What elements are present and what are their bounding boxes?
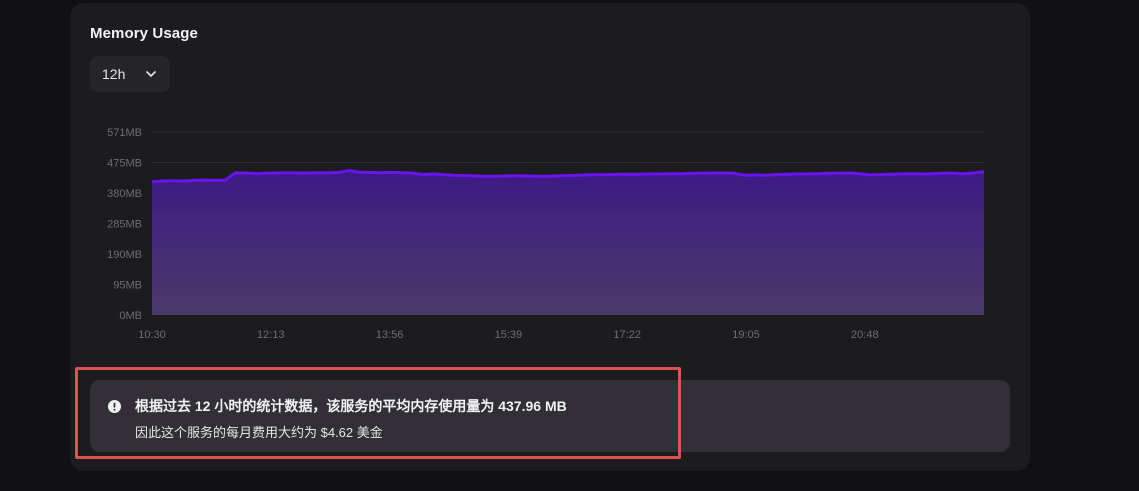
series-area: [152, 170, 984, 315]
x-tick-label: 19:05: [732, 329, 760, 341]
cost-estimate-notice: 根据过去 12 小时的统计数据，该服务的平均内存使用量为 437.96 MB 因…: [90, 380, 1010, 452]
x-tick-label: 13:56: [376, 329, 404, 341]
average-memory-text: 根据过去 12 小时的统计数据，该服务的平均内存使用量为 437.96 MB: [135, 398, 567, 414]
y-tick-label: 475MB: [107, 158, 142, 170]
x-tick-label: 17:22: [613, 329, 641, 341]
y-tick-label: 190MB: [107, 249, 142, 261]
y-tick-label: 380MB: [107, 188, 142, 200]
y-tick-label: 571MB: [107, 127, 142, 139]
alert-circle-icon: [108, 400, 121, 413]
memory-usage-card: Memory Usage 12h 0MB 95MB 190MB 285MB 380MB 4…: [70, 3, 1030, 471]
x-tick-label: 10:30: [138, 329, 166, 341]
y-tick-label: 285MB: [107, 219, 142, 231]
y-tick-label: 0MB: [119, 310, 142, 322]
y-tick-label: 95MB: [113, 280, 142, 292]
memory-usage-chart: 0MB 95MB 190MB 285MB 380MB 475MB 571MB 10:30 12…: [107, 127, 985, 341]
x-tick-label: 15:39: [495, 329, 523, 341]
x-tick-label: 12:13: [257, 329, 285, 341]
x-tick-label: 20:48: [851, 329, 879, 341]
monthly-cost-text: 因此这个服务的每月费用大约为 $4.62 美金: [135, 425, 383, 440]
